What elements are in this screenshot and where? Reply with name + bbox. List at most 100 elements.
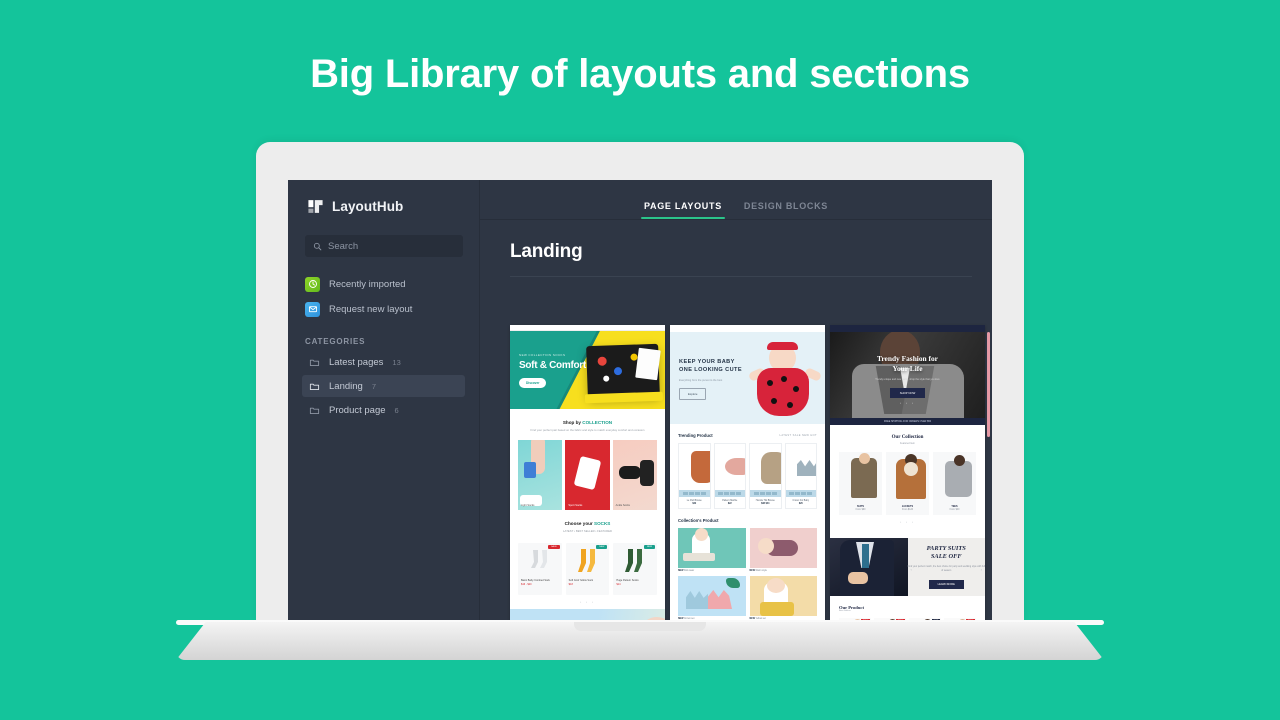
- category-count: 13: [392, 357, 401, 367]
- layout-card-baby[interactable]: KEEP YOUR BABY ONE LOOKING CUTE Everythi…: [670, 325, 825, 622]
- collection-item: NEW Kids wear: [678, 528, 746, 572]
- product-card: SALE Basic Baby Combed Sock $16 - $20: [518, 542, 562, 595]
- tile-ankle-socks: Ankle Socks: [612, 440, 657, 511]
- product-image: [714, 444, 745, 490]
- collection-item: NEW Crown set: [678, 576, 746, 620]
- quick-link-label: Recently imported: [329, 278, 406, 290]
- cell-caption: Warm style: [755, 570, 767, 572]
- promo-image: [830, 538, 908, 596]
- promo-title-line1: PARTY SUITS: [926, 544, 966, 552]
- sidebar-item-landing[interactable]: Landing 7: [302, 375, 465, 397]
- collection-heading: Our Collection: [891, 435, 924, 440]
- layout-card-socks[interactable]: NEW COLLECTION SOCKS Soft & Comfort Disc…: [510, 325, 665, 622]
- product-image: [785, 444, 816, 490]
- product-card: NEW Huge Pattern Socks $14: [613, 542, 658, 595]
- product-card: TEES From $40: [933, 452, 976, 515]
- layouthub-app: LayoutHub Search Recently imported Reque…: [288, 180, 992, 622]
- choose-heading-accent: SOCKS: [594, 521, 611, 527]
- hero-title-line1: Trendy Fashion for: [877, 354, 938, 363]
- collection-heading-prefix: Shop by: [562, 420, 583, 425]
- hero-button: Discover: [519, 378, 547, 388]
- sidebar-item-latest-pages[interactable]: Latest pages 13: [302, 351, 465, 373]
- prev-arrow-icon[interactable]: ‹: [911, 567, 912, 572]
- sidebar-item-request-new-layout[interactable]: Request new layout: [305, 298, 465, 320]
- product-image: [886, 452, 929, 502]
- hero-eyebrow: NEW COLLECTION SOCKS: [519, 353, 566, 357]
- layouthub-logo-icon: [308, 200, 323, 213]
- product-row: SALE Basic Baby Combed Sock $16 - $20 NE…: [510, 534, 665, 595]
- product-card: NEW Soft Cool Yellow Sock $18: [565, 542, 610, 595]
- cell-label: NEW: [678, 570, 684, 572]
- preview-navbar: [670, 325, 825, 332]
- promo-sub: Find your perfect match, the best choice…: [907, 566, 985, 573]
- main-area: PAGE LAYOUTS DESIGN BLOCKS Landing NEW C…: [480, 180, 992, 622]
- carousel-dots: • • •: [900, 401, 915, 405]
- promo-title-line2: SALE OFF: [930, 553, 962, 561]
- product-image: [933, 452, 976, 502]
- next-arrow-icon[interactable]: ›: [981, 567, 982, 572]
- hero-card-graphic: [635, 347, 661, 381]
- title-divider: [510, 276, 972, 277]
- collection-block: Collection's Product NEW Kids wear NEW W…: [670, 509, 825, 620]
- product-price: From $40: [949, 509, 960, 511]
- layout-card-fashion[interactable]: Trendy Fashion for Your Life Trendy uniq…: [830, 325, 985, 622]
- tile-caption: Ankle Socks: [615, 504, 630, 508]
- hero-button: Explore: [679, 387, 707, 400]
- product-card: SALE Le Pari Blouse $32: [678, 443, 711, 509]
- product-image: [679, 444, 710, 490]
- carousel-dots: • • •: [580, 599, 595, 604]
- tab-design-blocks[interactable]: DESIGN BLOCKS: [744, 201, 828, 219]
- tile-sport-socks: Sport Socks: [565, 440, 610, 511]
- hero-title-line2: ONE LOOKING CUTE: [679, 367, 742, 374]
- product-card: NEW Hoodie Tiki Blouse $38 $44: [749, 443, 782, 509]
- product-card: SUITS From $90: [839, 452, 882, 515]
- product-card: JACKETS From $120: [886, 452, 929, 515]
- promo-block: ‹ › PARTY SUITS SALE OFF Find your perfe…: [830, 538, 985, 596]
- hero-baby-graphic: [747, 340, 823, 424]
- trending-tabs: LATEST SALE NEW HOT: [779, 434, 817, 437]
- product-price: $16 - $20: [521, 582, 532, 586]
- layout-preview: NEW COLLECTION SOCKS Soft & Comfort Disc…: [510, 325, 665, 622]
- content-area: Landing NEW COLLECTION SOCKS Soft & Comf…: [480, 220, 992, 622]
- hero-sub: Trendy unique and new items, shop the st…: [875, 377, 940, 381]
- hero-title: Soft & Comfort: [519, 360, 586, 371]
- hero-text: KEEP YOUR BABY ONE LOOKING CUTE Everythi…: [679, 358, 742, 400]
- brand[interactable]: LayoutHub: [288, 180, 479, 215]
- product-price: From $90: [855, 509, 866, 511]
- page-title: Landing: [510, 241, 583, 262]
- product-price: From $120: [901, 509, 914, 511]
- folder-icon: [309, 383, 320, 390]
- carousel-dots: • • •: [900, 520, 915, 524]
- collection-item: NEW Warm style: [749, 528, 817, 572]
- collection-sub: Find your perfect pair based on the fabr…: [530, 428, 645, 432]
- search-icon: [313, 242, 322, 250]
- product-tag: SALE: [548, 544, 560, 549]
- layout-grid: NEW COLLECTION SOCKS Soft & Comfort Disc…: [510, 325, 992, 622]
- product-price: $18: [568, 582, 573, 586]
- preview-hero: Trendy Fashion for Your Life Trendy uniq…: [830, 332, 985, 418]
- sidebar-item-recently-imported[interactable]: Recently imported: [305, 273, 465, 295]
- laptop-notch: [574, 622, 706, 631]
- sidebar: LayoutHub Search Recently imported Reque…: [288, 180, 480, 622]
- search-placeholder: Search: [328, 240, 359, 252]
- hero-title-line1: KEEP YOUR BABY: [679, 359, 735, 365]
- product-tag: NEW: [596, 544, 608, 549]
- categories-list: Latest pages 13 Landing 7 Product page 6: [288, 351, 479, 421]
- choose-heading-block: Choose your SOCKS LATEST • BEST SELLER •…: [510, 510, 665, 533]
- choose-heading-prefix: Choose your: [564, 521, 594, 527]
- trending-products: SALE Le Pari Blouse $32 SALE: [670, 438, 825, 509]
- trending-heading: Trending Product: [678, 433, 713, 438]
- tab-page-layouts[interactable]: PAGE LAYOUTS: [640, 201, 725, 219]
- search-input[interactable]: Search: [305, 235, 463, 257]
- collection-grid: NEW Kids wear NEW Warm style NEW Crown s…: [678, 523, 817, 620]
- product-price: $26: [798, 503, 803, 505]
- product-price: $32: [692, 503, 697, 505]
- collection-heading-accent: COLLECTION: [582, 420, 613, 425]
- laptop-screen: LayoutHub Search Recently imported Reque…: [288, 180, 992, 622]
- hero-text: Trendy Fashion for Your Life Trendy uniq…: [830, 354, 985, 399]
- promo-text: ‹ › PARTY SUITS SALE OFF Find your perfe…: [907, 538, 985, 596]
- sidebar-item-product-page[interactable]: Product page 6: [302, 399, 465, 421]
- product-price: $22: [727, 503, 732, 505]
- brand-name: LayoutHub: [332, 199, 404, 214]
- category-count: 7: [371, 381, 376, 391]
